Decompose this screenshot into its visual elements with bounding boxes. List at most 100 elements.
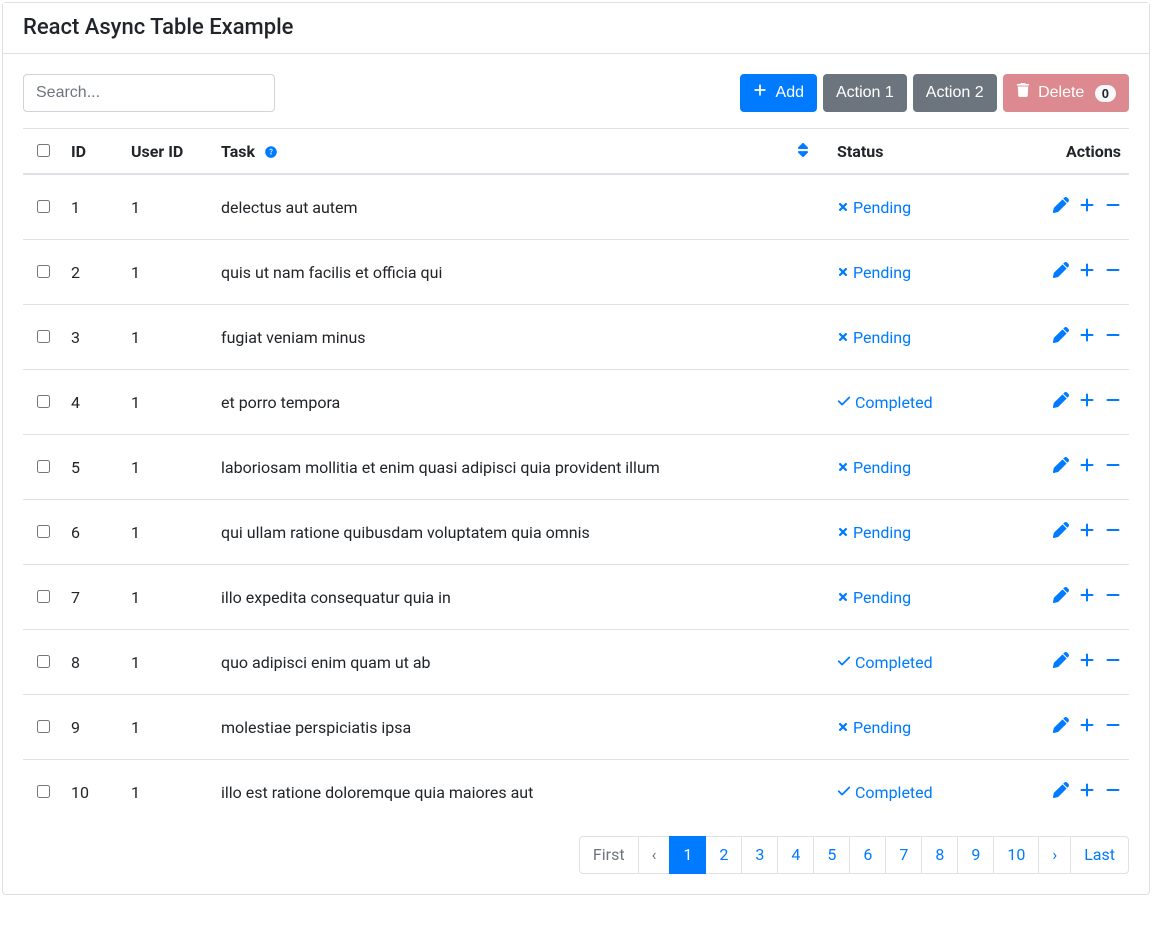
remove-icon[interactable] bbox=[1105, 327, 1121, 343]
page-link-number[interactable]: 7 bbox=[885, 836, 922, 874]
search-wrap bbox=[23, 74, 275, 112]
row-checkbox[interactable] bbox=[37, 265, 50, 278]
page-link-number[interactable]: 5 bbox=[813, 836, 850, 874]
remove-icon[interactable] bbox=[1105, 652, 1121, 668]
remove-icon[interactable] bbox=[1105, 717, 1121, 733]
table-row: 31fugiat veniam minusPending bbox=[23, 305, 1129, 370]
edit-icon[interactable] bbox=[1053, 587, 1069, 603]
remove-icon[interactable] bbox=[1105, 782, 1121, 798]
check-icon bbox=[837, 783, 851, 802]
action1-button[interactable]: Action 1 bbox=[823, 74, 907, 112]
edit-icon[interactable] bbox=[1053, 717, 1069, 733]
edit-icon[interactable] bbox=[1053, 392, 1069, 408]
add-icon[interactable] bbox=[1079, 457, 1095, 473]
remove-icon[interactable] bbox=[1105, 392, 1121, 408]
row-checkbox[interactable] bbox=[37, 200, 50, 213]
row-checkbox[interactable] bbox=[37, 720, 50, 733]
add-icon[interactable] bbox=[1079, 587, 1095, 603]
card-header: React Async Table Example bbox=[3, 3, 1149, 54]
question-circle-icon[interactable] bbox=[265, 146, 277, 161]
cell-task: quis ut nam facilis et officia qui bbox=[213, 240, 829, 305]
page-link-number[interactable]: 9 bbox=[957, 836, 994, 874]
row-checkbox[interactable] bbox=[37, 785, 50, 798]
th-actions: Actions bbox=[1009, 129, 1129, 175]
page-item-number: 6 bbox=[850, 836, 886, 874]
remove-icon[interactable] bbox=[1105, 197, 1121, 213]
sort-icon[interactable] bbox=[797, 142, 809, 158]
page-link-number[interactable]: 10 bbox=[993, 836, 1039, 874]
status-link[interactable]: Pending bbox=[837, 328, 911, 347]
add-icon[interactable] bbox=[1079, 262, 1095, 278]
cell-user-id: 1 bbox=[123, 500, 213, 565]
toolbar: Add Action 1 Action 2 Delete 0 bbox=[23, 74, 1129, 112]
remove-icon[interactable] bbox=[1105, 522, 1121, 538]
row-checkbox[interactable] bbox=[37, 590, 50, 603]
status-link[interactable]: Pending bbox=[837, 263, 911, 282]
edit-icon[interactable] bbox=[1053, 262, 1069, 278]
pagination: First‹12345678910›Last bbox=[23, 836, 1129, 874]
page-link-next[interactable]: › bbox=[1038, 836, 1071, 874]
edit-icon[interactable] bbox=[1053, 522, 1069, 538]
cell-status: Pending bbox=[829, 305, 1009, 370]
page-link-number[interactable]: 3 bbox=[741, 836, 778, 874]
page-link-number[interactable]: 1 bbox=[669, 836, 706, 874]
search-input[interactable] bbox=[23, 74, 275, 112]
status-link[interactable]: Completed bbox=[837, 783, 933, 802]
table-row: 71illo expedita consequatur quia inPendi… bbox=[23, 565, 1129, 630]
edit-icon[interactable] bbox=[1053, 457, 1069, 473]
row-checkbox[interactable] bbox=[37, 525, 50, 538]
cell-user-id: 1 bbox=[123, 435, 213, 500]
page-link-number[interactable]: 4 bbox=[777, 836, 814, 874]
status-link[interactable]: Completed bbox=[837, 393, 933, 412]
add-icon[interactable] bbox=[1079, 392, 1095, 408]
status-link[interactable]: Pending bbox=[837, 458, 911, 477]
times-icon bbox=[837, 458, 849, 477]
select-all-checkbox[interactable] bbox=[37, 144, 50, 157]
th-task[interactable]: Task bbox=[213, 129, 829, 175]
page-link-number[interactable]: 8 bbox=[921, 836, 958, 874]
times-icon bbox=[837, 718, 849, 737]
table-row: 21quis ut nam facilis et officia quiPend… bbox=[23, 240, 1129, 305]
add-icon[interactable] bbox=[1079, 717, 1095, 733]
status-label: Pending bbox=[853, 458, 911, 477]
delete-button[interactable]: Delete 0 bbox=[1003, 74, 1129, 112]
row-checkbox[interactable] bbox=[37, 655, 50, 668]
status-label: Pending bbox=[853, 588, 911, 607]
add-button[interactable]: Add bbox=[740, 74, 817, 112]
cell-task: molestiae perspiciatis ipsa bbox=[213, 695, 829, 760]
remove-icon[interactable] bbox=[1105, 457, 1121, 473]
row-checkbox[interactable] bbox=[37, 330, 50, 343]
status-link[interactable]: Pending bbox=[837, 198, 911, 217]
edit-icon[interactable] bbox=[1053, 782, 1069, 798]
action1-button-label: Action 1 bbox=[836, 84, 894, 101]
edit-icon[interactable] bbox=[1053, 197, 1069, 213]
add-icon[interactable] bbox=[1079, 782, 1095, 798]
row-checkbox[interactable] bbox=[37, 460, 50, 473]
page-link-last[interactable]: Last bbox=[1070, 836, 1129, 874]
cell-task: et porro tempora bbox=[213, 370, 829, 435]
remove-icon[interactable] bbox=[1105, 262, 1121, 278]
status-label: Pending bbox=[853, 523, 911, 542]
page-link-number[interactable]: 6 bbox=[849, 836, 886, 874]
action2-button[interactable]: Action 2 bbox=[913, 74, 997, 112]
cell-actions bbox=[1009, 435, 1129, 500]
status-link[interactable]: Pending bbox=[837, 588, 911, 607]
edit-icon[interactable] bbox=[1053, 327, 1069, 343]
row-checkbox[interactable] bbox=[37, 395, 50, 408]
edit-icon[interactable] bbox=[1053, 652, 1069, 668]
status-link[interactable]: Completed bbox=[837, 653, 933, 672]
cell-status: Completed bbox=[829, 630, 1009, 695]
add-icon[interactable] bbox=[1079, 327, 1095, 343]
times-icon bbox=[837, 523, 849, 542]
status-link[interactable]: Pending bbox=[837, 718, 911, 737]
add-icon[interactable] bbox=[1079, 197, 1095, 213]
cell-actions bbox=[1009, 500, 1129, 565]
status-link[interactable]: Pending bbox=[837, 523, 911, 542]
cell-user-id: 1 bbox=[123, 565, 213, 630]
add-icon[interactable] bbox=[1079, 522, 1095, 538]
page-link-prev: ‹ bbox=[638, 836, 671, 874]
status-label: Pending bbox=[853, 718, 911, 737]
add-icon[interactable] bbox=[1079, 652, 1095, 668]
page-link-number[interactable]: 2 bbox=[705, 836, 742, 874]
remove-icon[interactable] bbox=[1105, 587, 1121, 603]
